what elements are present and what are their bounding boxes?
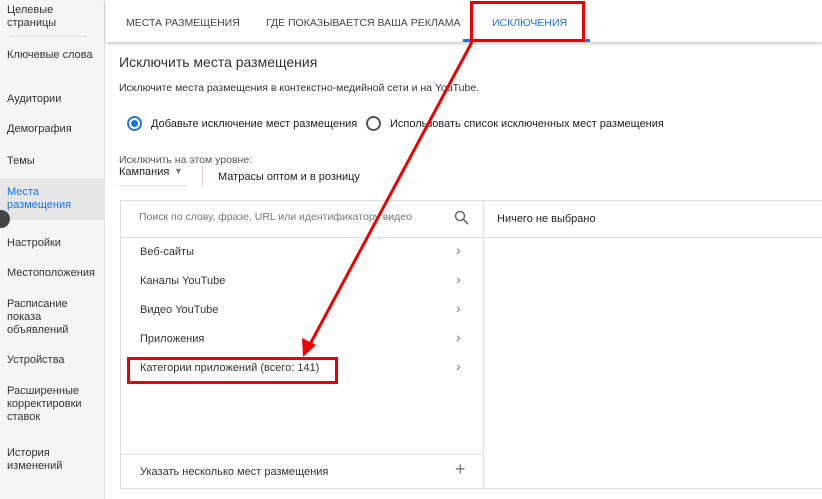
annotation-arrow bbox=[302, 41, 474, 357]
